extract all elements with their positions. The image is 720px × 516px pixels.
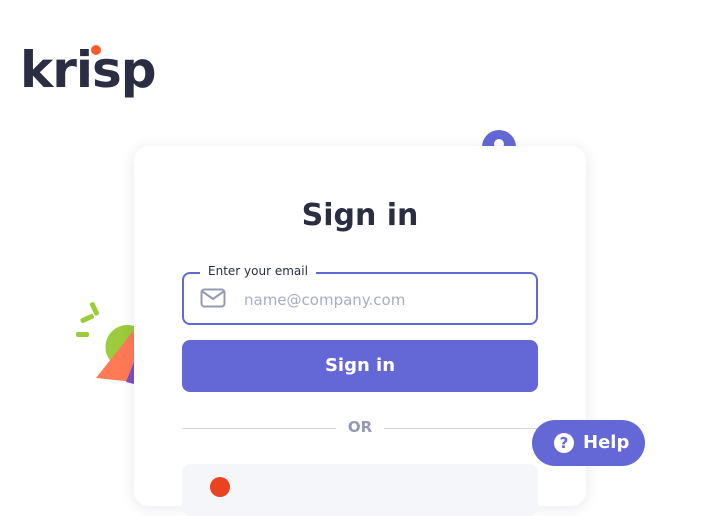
page-title: Sign in [301,198,419,233]
decor-left-shapes [76,302,134,384]
logo-text: krisp [20,41,157,99]
help-button[interactable]: ? Help [532,420,645,466]
help-label: Help [583,432,630,453]
email-input[interactable] [242,286,526,314]
or-divider: OR [182,416,538,440]
krisp-logo[interactable]: krisp [20,40,157,100]
help-icon: ? [554,433,574,453]
logo-dot-accent [91,45,101,55]
email-field[interactable]: Enter your email [182,264,538,325]
divider-line-right [384,428,538,429]
email-label: Enter your email [200,264,316,278]
sign-in-button[interactable]: Sign in [182,340,538,392]
mail-icon [200,288,226,308]
signin-card: Sign in Enter your email Sign in OR [134,146,586,516]
google-sign-in-button[interactable] [182,464,538,516]
divider-text: OR [347,418,373,436]
google-icon [210,477,230,497]
